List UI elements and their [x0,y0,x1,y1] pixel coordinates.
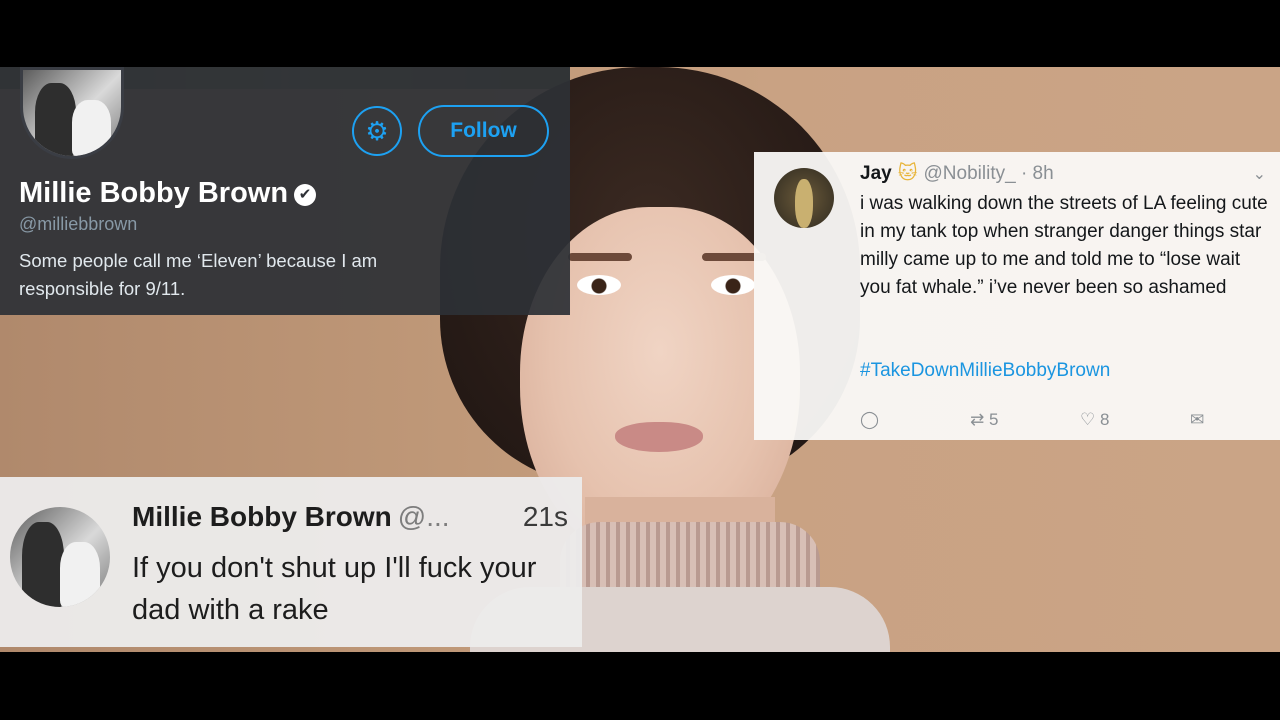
gear-icon: ⚙ [365,116,389,146]
chevron-down-icon[interactable]: ⌄ [1253,164,1266,184]
avatar-figure [795,178,813,228]
tweet-body: If you don't shut up I'll fuck your dad … [132,552,537,626]
avatar-figure-left [22,522,64,607]
verified-badge-icon: ✔ [294,184,317,206]
profile-name-text: Millie Bobby Brown [19,177,289,209]
millie-avatar[interactable] [10,507,110,607]
avatar-figure-left [34,82,76,156]
tweet-body: i was walking down the streets of LA fee… [860,193,1268,298]
tweet-handle: @... [397,501,450,532]
like-count: 8 [1099,410,1110,429]
tweet-handle-time: @Nobility_ · 8h [923,163,1054,184]
tweet-hashtag[interactable]: #TakeDownMillieBobbyBrown [860,360,1110,382]
letterbox-top [0,0,1280,67]
tweet-actions: ◯ ⇄ 5 ♡ 8 ✉ [860,408,1240,432]
message-icon[interactable]: ✉ [1190,408,1204,432]
profile-avatar[interactable] [20,67,124,159]
tweet-header: Jay 🐱 @Nobility_ · 8h [860,162,1054,185]
follow-button[interactable]: Follow [418,105,549,157]
avatar-figure-right [60,542,100,607]
jay-avatar[interactable] [774,168,834,228]
tweet-author-name[interactable]: Jay [860,163,892,184]
tweet-timestamp: 21s [522,501,568,532]
retweet-button[interactable]: ⇄ 5 [970,408,998,432]
portrait-left-eye [577,275,621,295]
profile-bio: Some people call me ‘Eleven’ because I a… [19,250,378,299]
profile-handle[interactable]: @milliebbrown [19,214,137,235]
letterbox-bottom [0,652,1280,720]
tweet-author-name[interactable]: Millie Bobby Brown [132,501,392,532]
cat-emoji-icon: 🐱 [897,163,918,184]
profile-card: ⚙ Follow Millie Bobby Brown ✔ @milliebbro… [0,67,570,315]
retweet-count: 5 [988,410,999,429]
tweet-millie[interactable]: Millie Bobby Brown @... 21s If you don't … [0,477,582,647]
heart-icon: ♡ [1080,410,1096,429]
avatar-figure-right [72,100,112,156]
settings-button[interactable]: ⚙ [352,106,402,156]
profile-name: Millie Bobby Brown ✔ [19,177,317,210]
portrait-left-brow [568,253,632,261]
tweet-jay[interactable]: Jay 🐱 @Nobility_ · 8h ⌄ i was walking down… [754,152,1280,440]
reply-icon[interactable]: ◯ [860,408,879,432]
like-button[interactable]: ♡ 8 [1080,408,1109,432]
portrait-lips [615,422,703,452]
retweet-icon: ⇄ [970,410,985,429]
portrait-right-eye [711,275,755,295]
tweet-header: Millie Bobby Brown @... [132,501,450,533]
